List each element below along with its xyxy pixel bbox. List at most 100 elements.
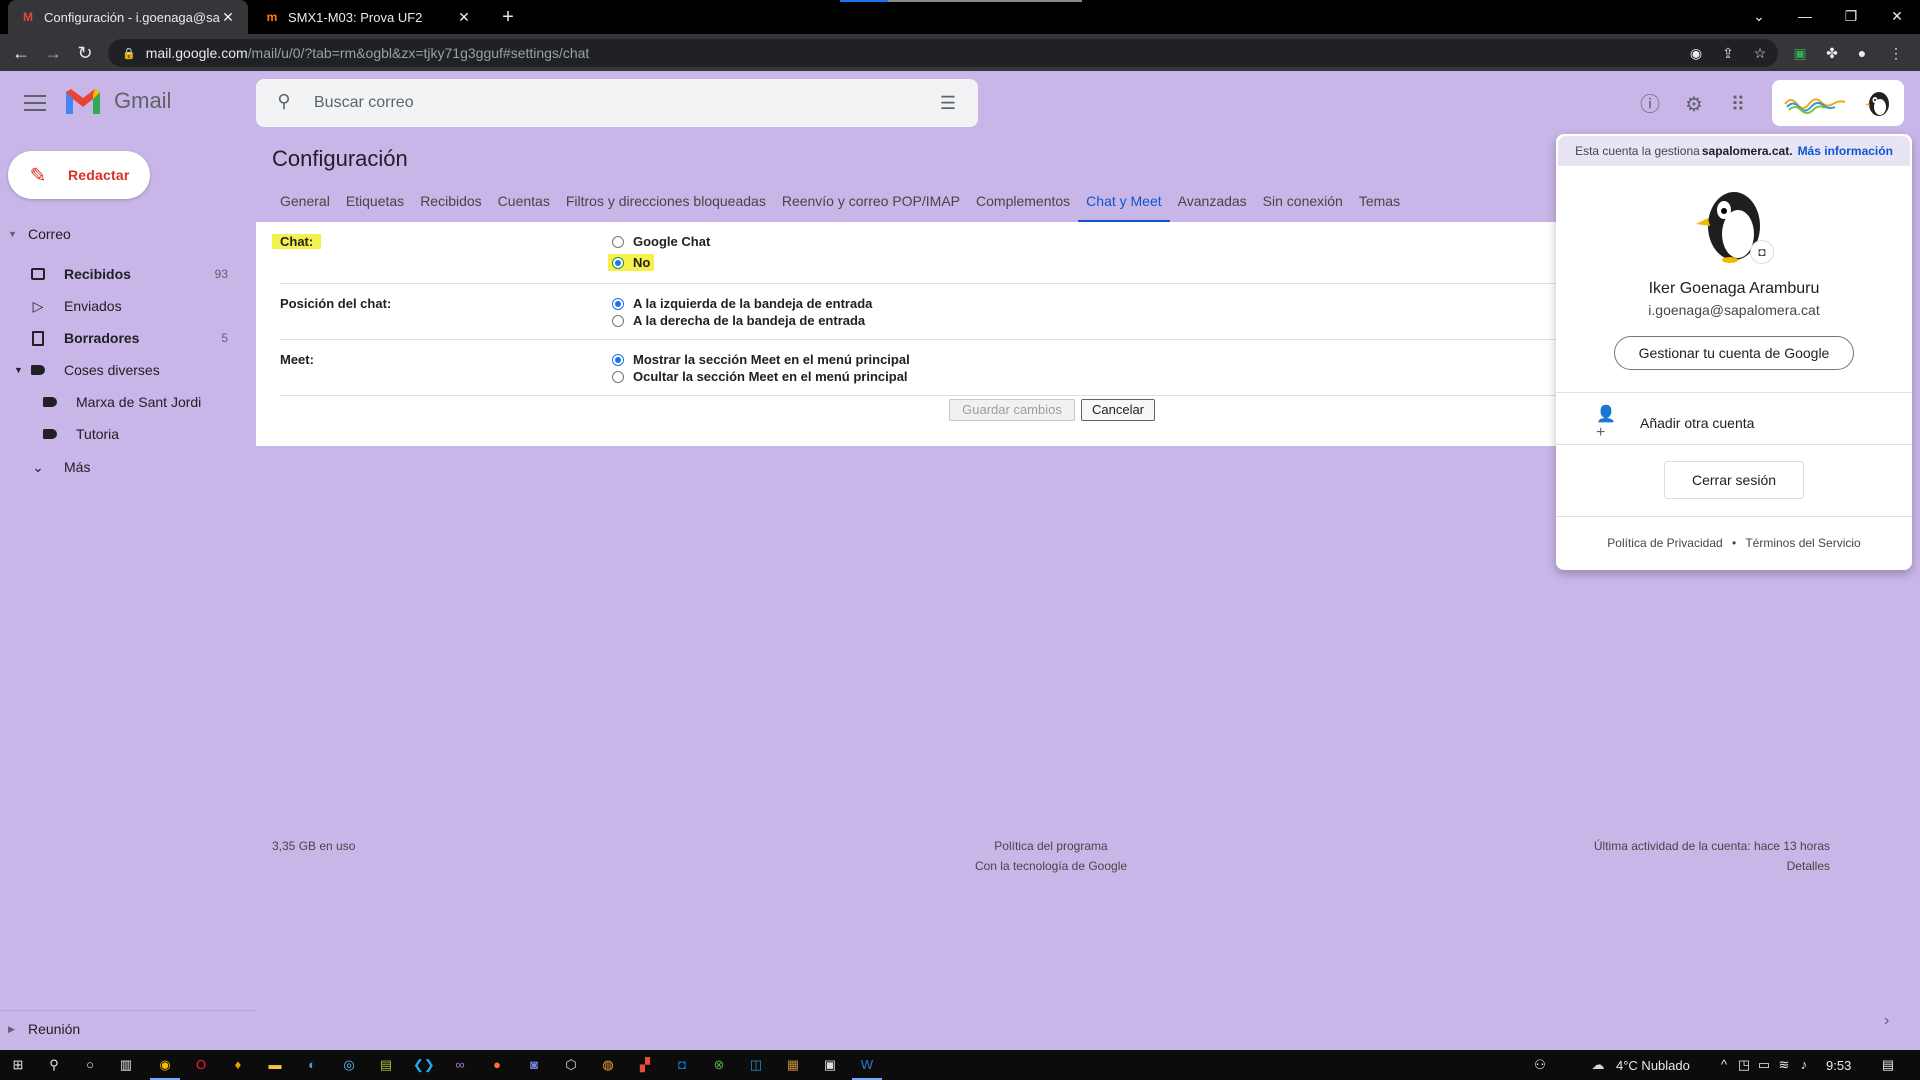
radio-button[interactable] (612, 235, 624, 248)
help-icon[interactable]: ⓘ (1637, 92, 1663, 118)
app-icon[interactable]: ▦ (783, 1055, 803, 1075)
weather-text[interactable]: 4°C Nublado (1616, 1058, 1690, 1073)
radio-button-selected[interactable] (612, 297, 624, 310)
eye-icon[interactable]: ◉ (1686, 43, 1706, 63)
notifications-icon[interactable]: ▤ (1878, 1055, 1898, 1075)
close-tab-icon[interactable]: ✕ (456, 9, 472, 26)
radio-google-chat[interactable]: Google Chat (612, 234, 710, 249)
details-link[interactable]: Detalles (1480, 859, 1830, 873)
sidebar-item-marxa[interactable]: Marxa de Sant Jordi (0, 387, 240, 417)
close-tab-icon[interactable]: ✕ (220, 9, 236, 26)
app-icon[interactable]: ◍ (598, 1055, 618, 1075)
radio-button-selected[interactable] (612, 353, 624, 366)
restore-icon[interactable]: ❐ (1828, 0, 1874, 34)
word-icon[interactable]: W (857, 1055, 877, 1075)
radio-left-of-inbox[interactable]: A la izquierda de la bandeja de entrada (612, 296, 872, 311)
share-icon[interactable]: ⇪ (1718, 43, 1738, 63)
browser-tab-gmail[interactable]: M Configuración - i.goenaga@sapa ✕ (8, 0, 248, 34)
add-account-button[interactable]: 👤+ Añadir otra cuenta (1596, 404, 1754, 442)
privacy-link[interactable]: Política de Privacidad (1607, 536, 1722, 550)
discord-icon[interactable]: ◙ (524, 1055, 544, 1075)
main-menu-icon[interactable] (22, 90, 48, 116)
people-icon[interactable]: ⚇ (1530, 1055, 1550, 1075)
url-bar[interactable]: 🔒 mail.google.com/mail/u/0/?tab=rm&ogbl&… (108, 39, 1778, 67)
sidebar-item-drafts[interactable]: Borradores 5 (0, 323, 240, 353)
tab-filters[interactable]: Filtros y direcciones bloqueadas (558, 188, 774, 222)
manage-google-account-button[interactable]: Gestionar tu cuenta de Google (1614, 336, 1854, 370)
clock[interactable]: 9:53 (1826, 1058, 1851, 1073)
sidebar-item-more[interactable]: ⌄ Más (0, 452, 240, 482)
save-changes-button[interactable]: Guardar cambios (949, 399, 1075, 421)
chrome-menu-icon[interactable]: ⋮ (1886, 43, 1906, 63)
store-icon[interactable]: ▣ (820, 1055, 840, 1075)
translate-extension-icon[interactable]: ▣ (1790, 43, 1810, 63)
radio-right-of-inbox[interactable]: A la derecha de la bandeja de entrada (612, 313, 865, 328)
opera-icon[interactable]: O (191, 1055, 211, 1075)
chevron-up-icon[interactable]: ^ (1714, 1055, 1734, 1075)
account-button[interactable] (1772, 80, 1904, 126)
reload-icon[interactable]: ↻ (74, 42, 96, 64)
tab-chat-meet[interactable]: Chat y Meet (1078, 188, 1170, 222)
camera-icon[interactable]: ◘ (1750, 240, 1774, 264)
bookmark-star-icon[interactable]: ☆ (1750, 43, 1770, 63)
sidebar-item-coses-diverses[interactable]: ▼ Coses diverses (0, 355, 240, 385)
task-view-icon[interactable]: ▥ (116, 1055, 136, 1075)
vscode-icon[interactable]: ❮❯ (413, 1055, 435, 1075)
radio-button[interactable] (612, 370, 624, 383)
section-toggle-mail[interactable]: ▼ Correo (8, 226, 71, 242)
tray-icon[interactable]: ◳ (1734, 1055, 1754, 1075)
tab-labels[interactable]: Etiquetas (338, 188, 412, 222)
sign-out-button[interactable]: Cerrar sesión (1664, 461, 1804, 499)
steam-icon[interactable]: ◎ (339, 1055, 359, 1075)
windows-start-icon[interactable]: ⊞ (8, 1055, 28, 1075)
tab-forwarding[interactable]: Reenvío y correo POP/IMAP (774, 188, 968, 222)
radio-button[interactable] (612, 314, 624, 327)
cortana-icon[interactable]: ○ (80, 1055, 100, 1075)
back-icon[interactable]: ← (10, 42, 32, 64)
battery-icon[interactable]: ▭ (1754, 1055, 1774, 1075)
tab-addons[interactable]: Complementos (968, 188, 1078, 222)
sidebar-item-sent[interactable]: ▷ Enviados (0, 291, 240, 321)
volume-icon[interactable]: ♪ (1794, 1055, 1814, 1075)
apps-grid-icon[interactable]: ⠿ (1725, 92, 1751, 118)
close-window-icon[interactable]: ✕ (1874, 0, 1920, 34)
tab-accounts[interactable]: Cuentas (490, 188, 558, 222)
cancel-button[interactable]: Cancelar (1081, 399, 1155, 421)
gmail-logo[interactable]: Gmail (64, 86, 171, 116)
app-icon[interactable]: ▞ (635, 1055, 655, 1075)
chrome-icon[interactable]: ◉ (155, 1055, 175, 1075)
radio-chat-off[interactable]: No (608, 254, 655, 271)
more-info-link[interactable]: Más información (1798, 144, 1893, 158)
tab-inbox[interactable]: Recibidos (412, 188, 489, 222)
search-input[interactable]: Buscar correo (314, 94, 936, 112)
compose-button[interactable]: ✎ Redactar (8, 151, 150, 199)
side-panel-toggle-icon[interactable]: › (1884, 1012, 1889, 1030)
unity-icon[interactable]: ⬡ (561, 1055, 581, 1075)
program-policy-link[interactable]: Política del programa (900, 839, 1202, 853)
tab-advanced[interactable]: Avanzadas (1170, 188, 1255, 222)
firefox-icon[interactable]: ● (487, 1055, 507, 1075)
profile-icon[interactable]: ● (1852, 43, 1872, 63)
search-icon[interactable]: ⚲ (272, 91, 296, 115)
caret-down-icon[interactable]: ▼ (14, 365, 28, 375)
search-icon[interactable]: ⚲ (44, 1055, 64, 1075)
settings-gear-icon[interactable]: ⚙ (1681, 92, 1707, 118)
search-options-icon[interactable]: ☰ (936, 93, 960, 114)
cloud-weather-icon[interactable]: ☁ (1588, 1055, 1608, 1075)
storage-usage[interactable]: 3,35 GB en uso (272, 839, 355, 853)
terms-link[interactable]: Términos del Servicio (1745, 536, 1860, 550)
visual-studio-icon[interactable]: ∞ (450, 1055, 470, 1075)
tab-offline[interactable]: Sin conexión (1255, 188, 1351, 222)
edge-icon[interactable]: ◐ (302, 1055, 322, 1075)
file-explorer-icon[interactable]: ▬ (265, 1055, 285, 1075)
minimize-icon[interactable]: — (1782, 0, 1828, 34)
app-icon[interactable]: ♦ (228, 1055, 248, 1075)
outlook-icon[interactable]: ◘ (672, 1055, 692, 1075)
tab-search-icon[interactable]: ⌄ (1736, 0, 1782, 34)
radio-hide-meet[interactable]: Ocultar la sección Meet en el menú princ… (612, 369, 908, 384)
wifi-icon[interactable]: ≋ (1774, 1055, 1794, 1075)
radio-button-selected[interactable] (612, 256, 624, 269)
forward-icon[interactable]: → (42, 42, 64, 64)
search-bar[interactable]: ⚲ Buscar correo ☰ (256, 79, 978, 127)
sidebar-item-inbox[interactable]: Recibidos 93 (0, 259, 240, 289)
